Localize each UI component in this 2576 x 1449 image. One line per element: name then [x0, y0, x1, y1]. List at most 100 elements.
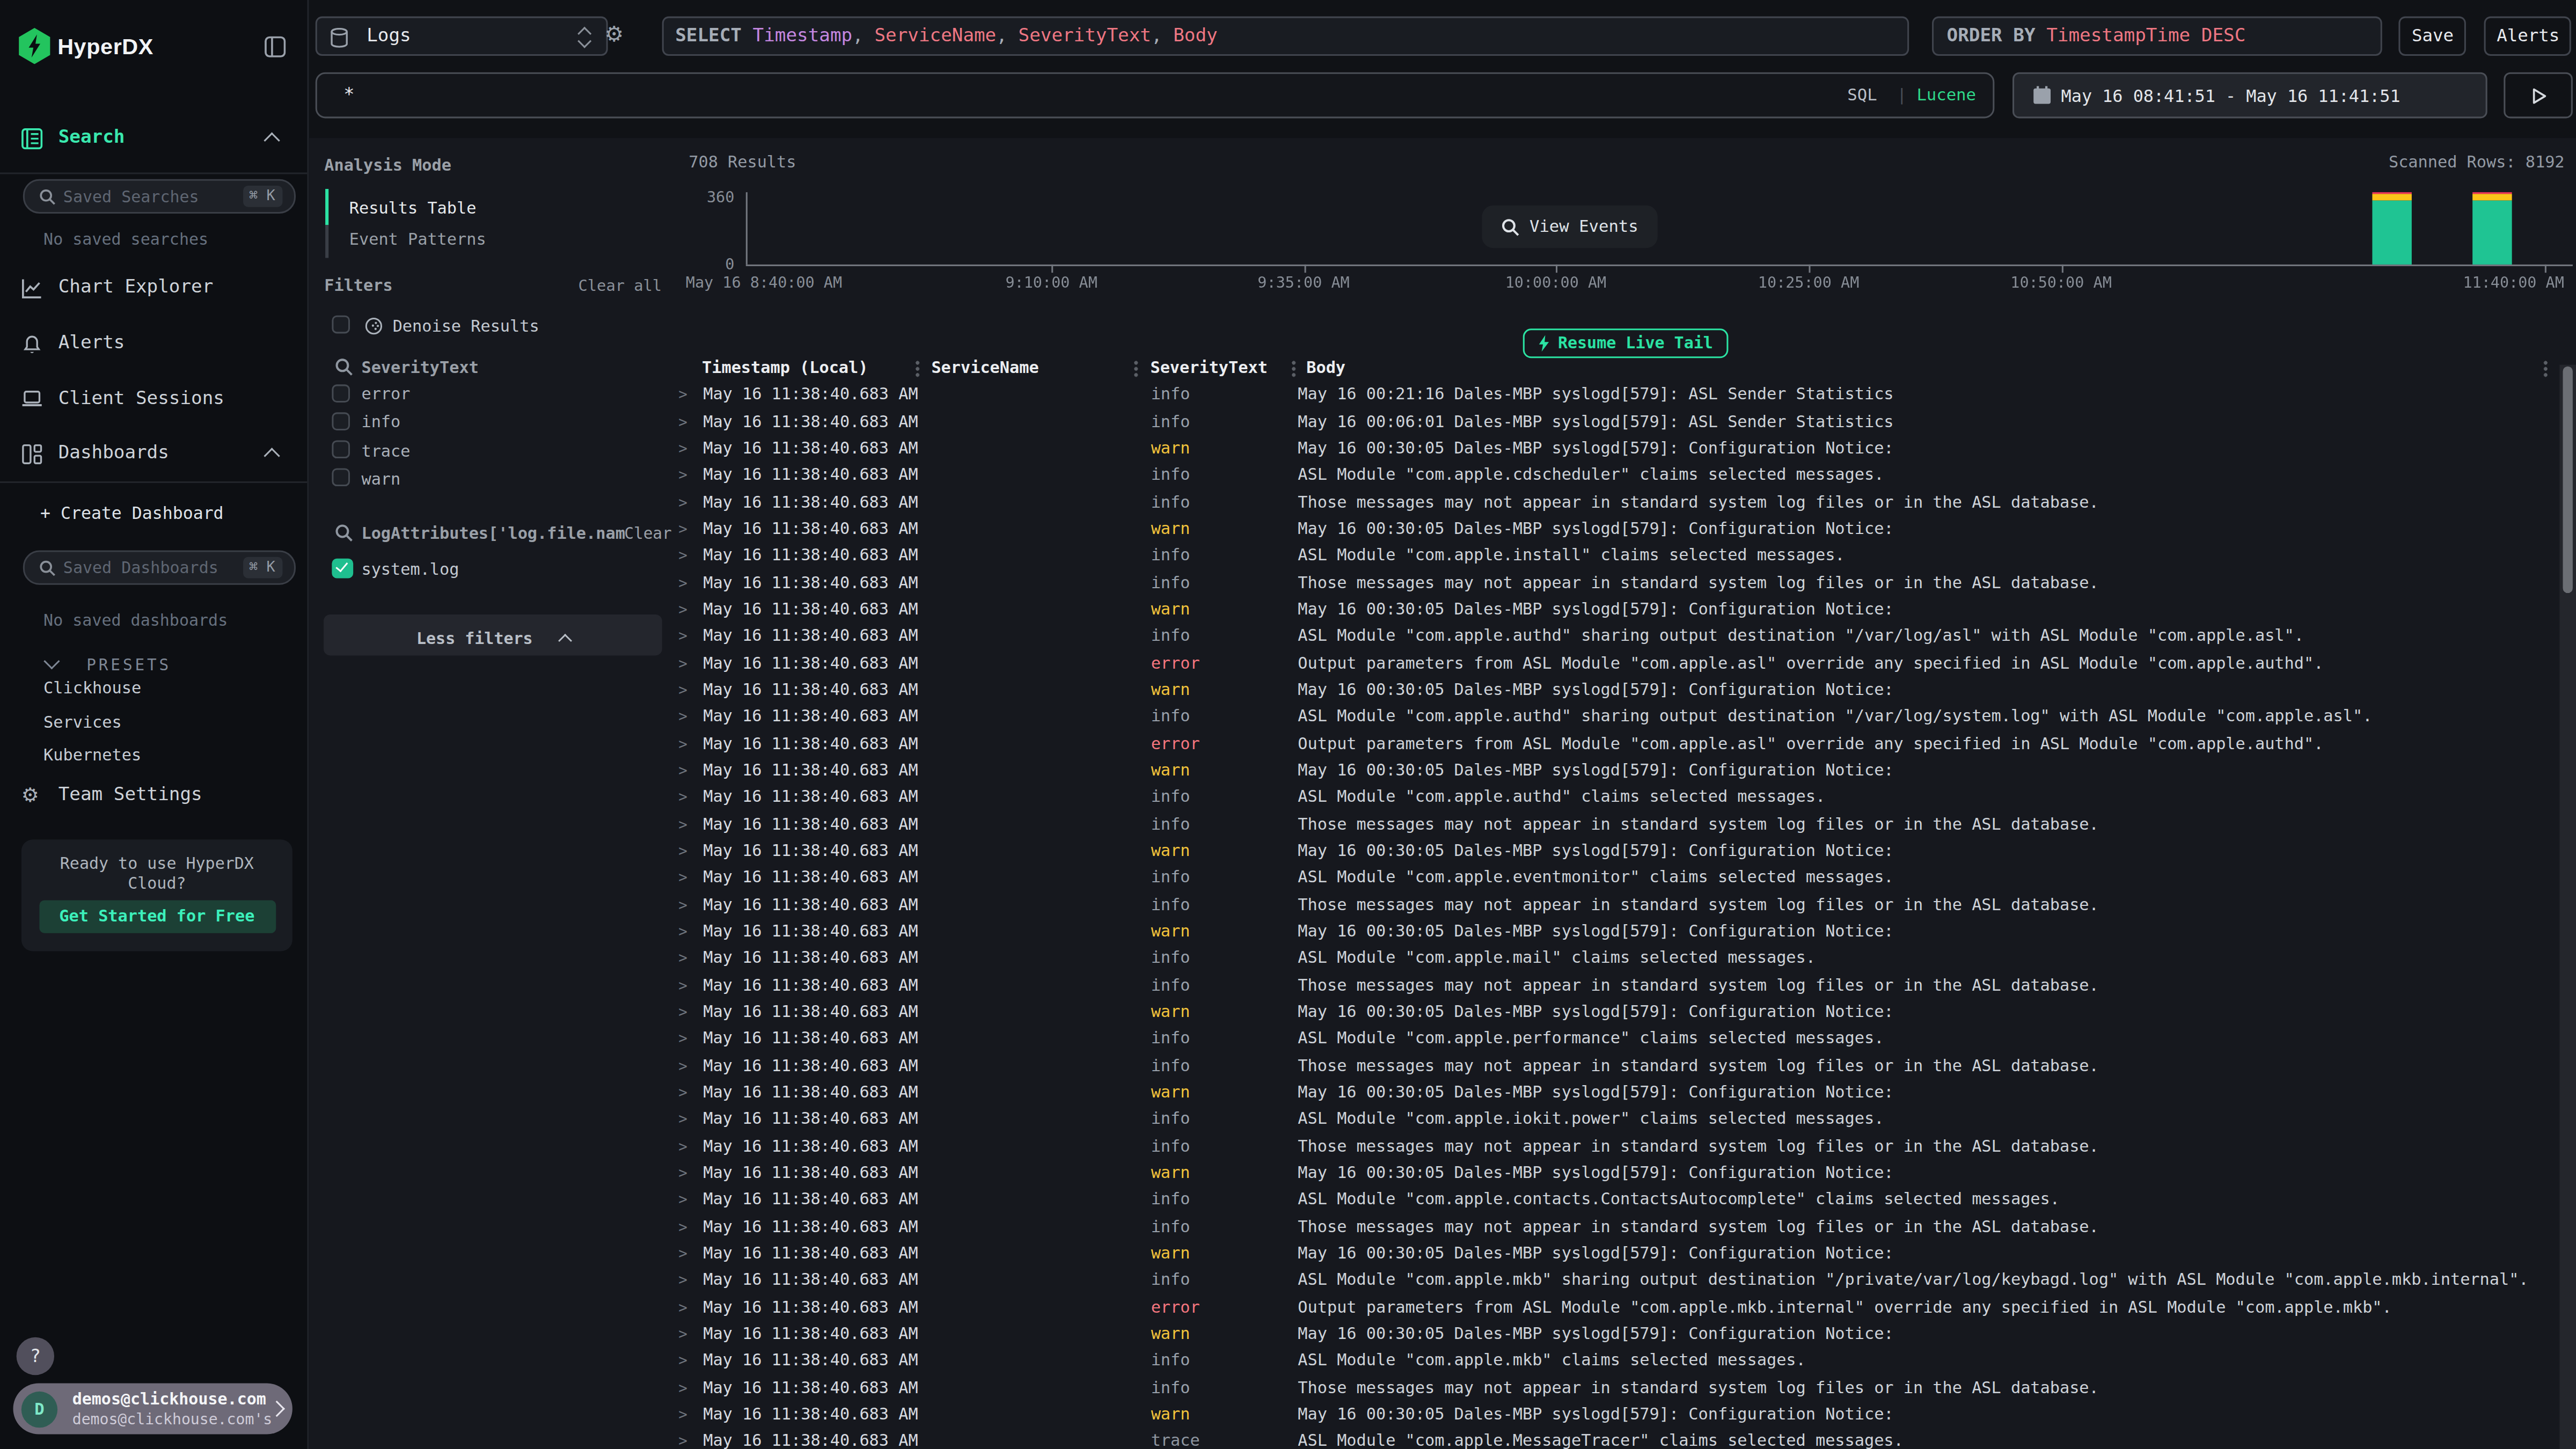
- scrollbar-thumb[interactable]: [2563, 367, 2573, 593]
- logattr-group-label[interactable]: LogAttributes['log.file.nam: [361, 523, 625, 541]
- save-button[interactable]: Save: [2399, 17, 2467, 56]
- table-options-icon[interactable]: [2543, 360, 2548, 378]
- get-started-button[interactable]: Get Started for Free: [39, 901, 275, 933]
- column-resize-handle[interactable]: [1291, 360, 1296, 378]
- log-row[interactable]: >May 16 11:38:40.683 AMwarnMay 16 00:30:…: [669, 1321, 2559, 1348]
- sidebar-item-dashboards[interactable]: Dashboards: [0, 437, 307, 470]
- mode-results-table[interactable]: Results Table: [349, 198, 477, 216]
- col-body[interactable]: Body: [1306, 356, 1345, 379]
- row-expand-chevron-icon[interactable]: >: [678, 516, 687, 543]
- log-row[interactable]: >May 16 11:38:40.683 AMinfoThose message…: [669, 811, 2559, 838]
- log-row[interactable]: >May 16 11:38:40.683 AMwarnMay 16 00:30:…: [669, 999, 2559, 1026]
- log-row[interactable]: >May 16 11:38:40.683 AMinfoASL Module "c…: [669, 1106, 2559, 1133]
- less-filters-button[interactable]: Less filters: [324, 615, 663, 656]
- row-expand-chevron-icon[interactable]: >: [678, 1160, 687, 1187]
- row-expand-chevron-icon[interactable]: >: [678, 435, 687, 462]
- row-expand-chevron-icon[interactable]: >: [678, 784, 687, 811]
- row-expand-chevron-icon[interactable]: >: [678, 543, 687, 569]
- log-row[interactable]: >May 16 11:38:40.683 AMerrorOutput param…: [669, 730, 2559, 757]
- log-row[interactable]: >May 16 11:38:40.683 AMinfoThose message…: [669, 1213, 2559, 1240]
- log-row[interactable]: >May 16 11:38:40.683 AMinfoASL Module "c…: [669, 945, 2559, 972]
- row-expand-chevron-icon[interactable]: >: [678, 1374, 687, 1401]
- saved-searches-input[interactable]: Saved Searches ⌘ K: [22, 179, 295, 214]
- log-row[interactable]: >May 16 11:38:40.683 AMinfoASL Module "c…: [669, 704, 2559, 730]
- log-row[interactable]: >May 16 11:38:40.683 AMwarnMay 16 00:30:…: [669, 1160, 2559, 1187]
- row-expand-chevron-icon[interactable]: >: [678, 596, 687, 623]
- severity-group-label[interactable]: SeverityText: [361, 358, 478, 376]
- log-row[interactable]: >May 16 11:38:40.683 AMinfoASL Module "c…: [669, 1026, 2559, 1052]
- language-toggle[interactable]: SQL | Lucene: [1847, 74, 1976, 117]
- preset-item[interactable]: Clickhouse: [43, 677, 141, 700]
- mode-event-patterns[interactable]: Event Patterns: [349, 230, 486, 248]
- row-expand-chevron-icon[interactable]: >: [678, 865, 687, 891]
- log-row[interactable]: >May 16 11:38:40.683 AMinfoASL Module "c…: [669, 543, 2559, 569]
- select-clause-input[interactable]: SELECT Timestamp, ServiceName, SeverityT…: [662, 17, 1909, 56]
- log-row[interactable]: >May 16 11:38:40.683 AMwarnMay 16 00:30:…: [669, 435, 2559, 462]
- log-row[interactable]: >May 16 11:38:40.683 AMerrorOutput param…: [669, 1294, 2559, 1321]
- log-row[interactable]: >May 16 11:38:40.683 AMinfoThose message…: [669, 489, 2559, 516]
- log-row[interactable]: >May 16 11:38:40.683 AMwarnMay 16 00:30:…: [669, 1079, 2559, 1106]
- order-by-input[interactable]: ORDER BY TimestampTime DESC: [1932, 17, 2382, 56]
- log-row[interactable]: >May 16 11:38:40.683 AMinfoThose message…: [669, 569, 2559, 596]
- row-expand-chevron-icon[interactable]: >: [678, 999, 687, 1026]
- log-row[interactable]: >May 16 11:38:40.683 AMwarnMay 16 00:30:…: [669, 677, 2559, 704]
- log-row[interactable]: >May 16 11:38:40.683 AMwarnMay 16 00:30:…: [669, 516, 2559, 543]
- row-expand-chevron-icon[interactable]: >: [678, 382, 687, 408]
- create-dashboard-button[interactable]: + Create Dashboard: [40, 503, 224, 523]
- log-row[interactable]: >May 16 11:38:40.683 AMinfoMay 16 00:21:…: [669, 382, 2559, 408]
- preset-item[interactable]: Kubernetes: [43, 745, 141, 768]
- severity-checkbox-warn[interactable]: [332, 469, 350, 487]
- row-expand-chevron-icon[interactable]: >: [678, 408, 687, 435]
- row-expand-chevron-icon[interactable]: >: [678, 1428, 687, 1449]
- row-expand-chevron-icon[interactable]: >: [678, 1133, 687, 1160]
- log-row[interactable]: >May 16 11:38:40.683 AMinfoASL Module "c…: [669, 462, 2559, 489]
- sidebar-item-client-sessions[interactable]: Client Sessions: [0, 382, 307, 415]
- severity-checkbox-error[interactable]: [332, 384, 350, 402]
- language-lucene[interactable]: Lucene: [1916, 85, 1976, 104]
- run-query-button[interactable]: [2504, 72, 2572, 118]
- row-expand-chevron-icon[interactable]: >: [678, 1240, 687, 1267]
- sidebar-item-chart-explorer[interactable]: Chart Explorer: [0, 271, 307, 304]
- severity-checkbox-info[interactable]: [332, 412, 350, 430]
- row-expand-chevron-icon[interactable]: >: [678, 945, 687, 972]
- log-row[interactable]: >May 16 11:38:40.683 AMinfoThose message…: [669, 891, 2559, 918]
- sidebar-item-search[interactable]: Search: [0, 122, 307, 155]
- severity-checkbox-trace[interactable]: [332, 441, 350, 459]
- language-sql[interactable]: SQL: [1847, 85, 1877, 104]
- log-row[interactable]: >May 16 11:38:40.683 AMwarnMay 16 00:30:…: [669, 918, 2559, 945]
- saved-dashboards-input[interactable]: Saved Dashboards ⌘ K: [22, 551, 295, 585]
- row-expand-chevron-icon[interactable]: >: [678, 1321, 687, 1348]
- log-row[interactable]: >May 16 11:38:40.683 AMwarnMay 16 00:30:…: [669, 1401, 2559, 1428]
- log-row[interactable]: >May 16 11:38:40.683 AMwarnMay 16 00:30:…: [669, 596, 2559, 623]
- row-expand-chevron-icon[interactable]: >: [678, 1213, 687, 1240]
- row-expand-chevron-icon[interactable]: >: [678, 1079, 687, 1106]
- row-expand-chevron-icon[interactable]: >: [678, 730, 687, 757]
- log-row[interactable]: >May 16 11:38:40.683 AMwarnMay 16 00:30:…: [669, 838, 2559, 865]
- alerts-button[interactable]: Alerts: [2484, 17, 2572, 56]
- user-menu[interactable]: D demos@clickhouse.com demos@clickhouse.…: [13, 1384, 292, 1435]
- row-expand-chevron-icon[interactable]: >: [678, 891, 687, 918]
- log-row[interactable]: >May 16 11:38:40.683 AMinfoASL Module "c…: [669, 1267, 2559, 1294]
- row-expand-chevron-icon[interactable]: >: [678, 623, 687, 650]
- log-row[interactable]: >May 16 11:38:40.683 AMinfoThose message…: [669, 1133, 2559, 1160]
- log-row[interactable]: >May 16 11:38:40.683 AMinfoASL Module "c…: [669, 784, 2559, 811]
- log-row[interactable]: >May 16 11:38:40.683 AMerrorOutput param…: [669, 650, 2559, 677]
- row-expand-chevron-icon[interactable]: >: [678, 462, 687, 489]
- presets-header[interactable]: PRESETS: [46, 645, 172, 676]
- row-expand-chevron-icon[interactable]: >: [678, 1187, 687, 1213]
- view-events-button[interactable]: View Events: [1482, 204, 1658, 248]
- source-select[interactable]: Logs: [316, 17, 607, 56]
- log-row[interactable]: >May 16 11:38:40.683 AMinfoThose message…: [669, 1052, 2559, 1079]
- log-row[interactable]: >May 16 11:38:40.683 AMinfoASL Module "c…: [669, 623, 2559, 650]
- row-expand-chevron-icon[interactable]: >: [678, 704, 687, 730]
- col-timestamp[interactable]: Timestamp (Local): [702, 356, 868, 379]
- help-button[interactable]: ?: [17, 1337, 54, 1375]
- clear-all-button[interactable]: Clear all: [579, 276, 662, 294]
- row-expand-chevron-icon[interactable]: >: [678, 677, 687, 704]
- row-expand-chevron-icon[interactable]: >: [678, 1052, 687, 1079]
- log-row[interactable]: >May 16 11:38:40.683 AMtraceASL Module "…: [669, 1428, 2559, 1449]
- log-row[interactable]: >May 16 11:38:40.683 AMwarnMay 16 00:30:…: [669, 1240, 2559, 1267]
- row-expand-chevron-icon[interactable]: >: [678, 1348, 687, 1374]
- row-expand-chevron-icon[interactable]: >: [678, 1294, 687, 1321]
- row-expand-chevron-icon[interactable]: >: [678, 1106, 687, 1133]
